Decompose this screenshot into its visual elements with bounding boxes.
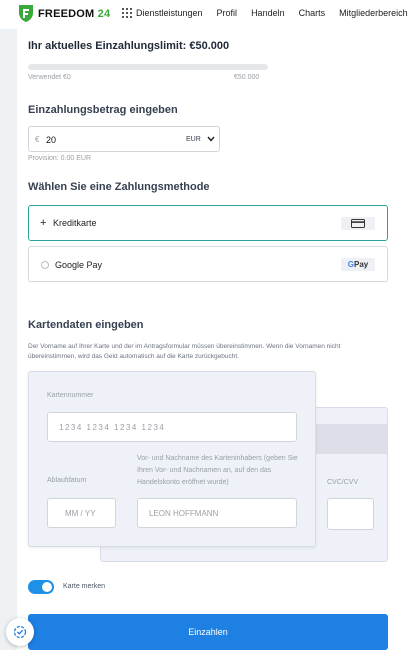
- remember-card-label: Karte merken: [63, 583, 106, 590]
- shield-logo-icon: [19, 5, 33, 22]
- left-sidebar-strip: [0, 0, 17, 650]
- logo-wordmark: FREEDOM 24: [38, 7, 111, 20]
- nav-item-dienstleistungen[interactable]: Dienstleistungen: [136, 8, 203, 18]
- expiry-input[interactable]: MM / YY: [47, 498, 116, 528]
- top-header: FREEDOM 24 Dienstleistungen Profil Hande…: [0, 0, 417, 29]
- card-holder-label: Vor- und Nachname des Karteninhabers (ge…: [137, 455, 298, 486]
- toggle-knob: [42, 582, 52, 592]
- card-name-notice: Der Vorname auf Ihrer Karte und der im A…: [28, 343, 341, 360]
- expiry-label: Ablaufdatum: [47, 477, 87, 484]
- payment-method-heading: Wählen Sie eine Zahlungsmethode: [28, 181, 210, 193]
- nav-item-profil[interactable]: Profil: [217, 8, 238, 18]
- amount-input[interactable]: 20: [46, 135, 56, 145]
- remember-card-toggle[interactable]: [28, 580, 54, 594]
- card-number-input[interactable]: 1234 1234 1234 1234: [47, 412, 297, 442]
- currency-symbol: €: [35, 135, 40, 144]
- payment-method-kreditkarte[interactable]: + Kreditkarte: [28, 205, 388, 241]
- limit-max-label: €50.000: [234, 74, 260, 81]
- cvc-input[interactable]: [327, 498, 374, 530]
- card-front: Kartennummer 1234 1234 1234 1234 Vor- un…: [28, 371, 316, 547]
- payment-method-label: Kreditkarte: [53, 218, 97, 228]
- currency-select[interactable]: EUR: [186, 136, 201, 143]
- nav-item-charts[interactable]: Charts: [299, 8, 326, 18]
- card-number-label: Kartennummer: [47, 392, 94, 399]
- credit-card-icon: [341, 217, 375, 230]
- chevron-down-icon[interactable]: [207, 136, 215, 142]
- deposit-button[interactable]: Einzahlen: [28, 614, 388, 650]
- plus-icon: +: [40, 217, 47, 229]
- deposit-limit-progress: [28, 64, 268, 70]
- radio-button[interactable]: [41, 261, 49, 269]
- nav-item-mitgliederbereich[interactable]: Mitgliederbereich: [339, 8, 408, 18]
- freedom24-logo[interactable]: FREEDOM 24: [18, 4, 110, 23]
- deposit-limit-title: Ihr aktuelles Einzahlungslimit: €50.000: [28, 40, 230, 52]
- google-pay-icon: GPay: [341, 258, 375, 271]
- apps-grid-icon[interactable]: [122, 8, 132, 18]
- card-details-heading: Kartendaten eingeben: [28, 319, 144, 331]
- verified-check-icon[interactable]: [6, 618, 34, 646]
- nav-item-handeln[interactable]: Handeln: [251, 8, 285, 18]
- amount-heading: Einzahlungsbetrag eingeben: [28, 104, 178, 116]
- main-nav: Dienstleistungen Profil Handeln Charts M…: [122, 8, 417, 18]
- payment-method-google-pay[interactable]: Google Pay GPay: [28, 246, 388, 282]
- limit-used-label: Verwendet €0: [28, 74, 71, 81]
- provision-text: Provision: 0.00 EUR: [28, 155, 92, 162]
- cvc-label: CVC/CVV: [327, 479, 359, 486]
- payment-method-label: Google Pay: [55, 260, 103, 270]
- amount-field[interactable]: € 20 EUR: [28, 126, 220, 152]
- card-holder-input[interactable]: LEON HOFFMANN: [137, 498, 297, 528]
